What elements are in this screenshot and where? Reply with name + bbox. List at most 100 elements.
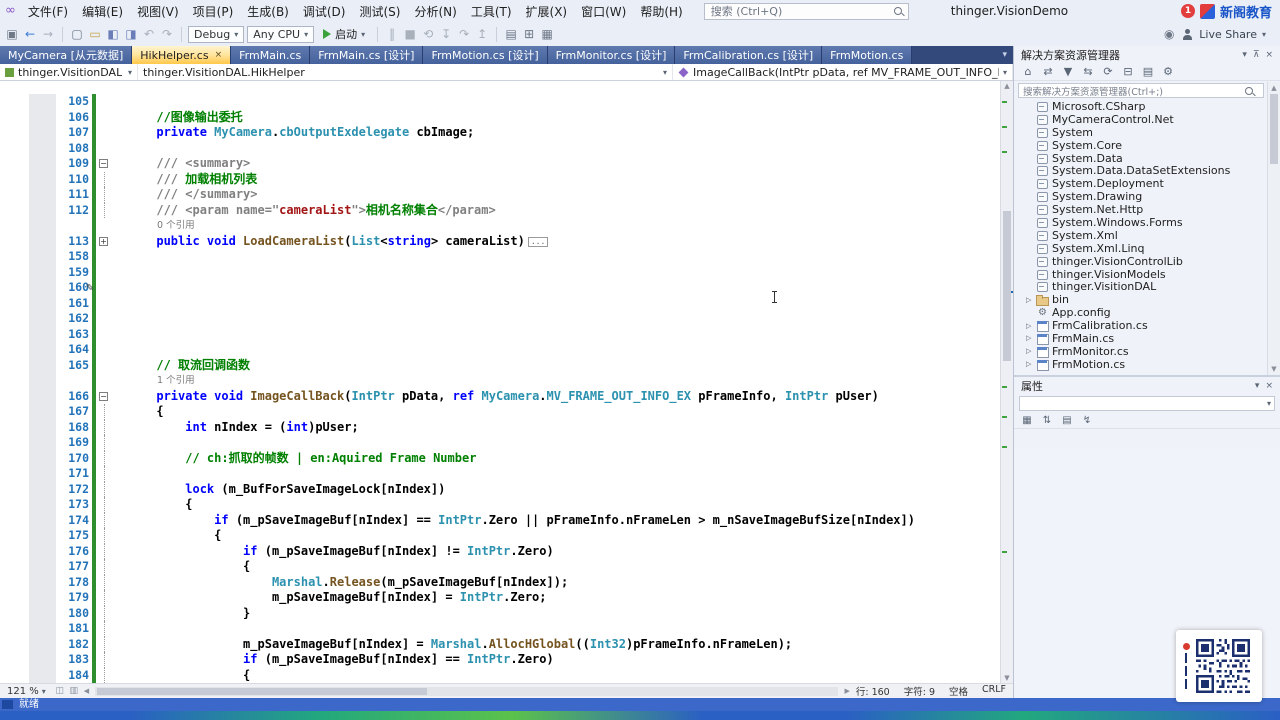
breakpoint-margin[interactable] bbox=[29, 326, 56, 342]
glyph-margin[interactable] bbox=[0, 466, 29, 482]
tree-item[interactable]: ▷ FrmMain.cs bbox=[1014, 332, 1267, 345]
window-layout-icon[interactable]: ▣ bbox=[4, 25, 20, 43]
code-line[interactable]: 162 bbox=[0, 311, 1000, 327]
folding-margin[interactable] bbox=[96, 94, 113, 110]
code-line[interactable]: 161 bbox=[0, 295, 1000, 311]
glyph-margin[interactable] bbox=[0, 621, 29, 637]
tree-item[interactable]: thinger.VisionControlLib bbox=[1014, 255, 1267, 268]
properties-icon[interactable]: ⚙ bbox=[1162, 63, 1174, 81]
folding-margin[interactable] bbox=[96, 125, 113, 141]
code-text[interactable] bbox=[113, 141, 1000, 157]
code-text[interactable] bbox=[113, 466, 1000, 482]
window-position-icon[interactable]: ▾ bbox=[1255, 381, 1260, 391]
folding-margin[interactable] bbox=[96, 528, 113, 544]
tree-item[interactable]: thinger.VisitionDAL bbox=[1014, 280, 1267, 293]
code-text[interactable]: int nIndex = (int)pUser; bbox=[113, 420, 1000, 436]
glyph-margin[interactable] bbox=[0, 667, 29, 683]
menu-item[interactable]: 工具(T) bbox=[464, 1, 519, 22]
code-text[interactable] bbox=[113, 435, 1000, 451]
tree-item[interactable]: thinger.VisionModels bbox=[1014, 268, 1267, 281]
scroll-up-icon[interactable]: ▲ bbox=[1268, 84, 1280, 92]
tab[interactable]: FrmMain.cs [设计] bbox=[310, 46, 424, 64]
folding-margin[interactable]: − bbox=[96, 389, 113, 405]
folding-margin[interactable] bbox=[96, 512, 113, 529]
code-line[interactable]: 183 if (m_pSaveImageBuf[nIndex] == IntPt… bbox=[0, 652, 1000, 668]
quick-search-box[interactable]: 搜索 (Ctrl+Q) bbox=[703, 2, 909, 20]
code-text[interactable] bbox=[113, 265, 1000, 281]
code-text[interactable]: Marshal.Release(m_pSaveImageBuf[nIndex])… bbox=[113, 575, 1000, 591]
breakpoint-margin[interactable] bbox=[29, 481, 56, 497]
glyph-margin[interactable] bbox=[0, 249, 29, 265]
code-line[interactable]: 163 bbox=[0, 326, 1000, 342]
live-share-label[interactable]: Live Share bbox=[1199, 28, 1257, 41]
code-line[interactable]: 182 m_pSaveImageBuf[nIndex] = Marshal.Al… bbox=[0, 636, 1000, 652]
breakpoint-margin[interactable] bbox=[29, 528, 56, 544]
glyph-margin[interactable] bbox=[0, 481, 29, 497]
breakpoint-margin[interactable] bbox=[29, 543, 56, 559]
step-into-icon[interactable]: ↧ bbox=[438, 25, 454, 43]
window-position-icon[interactable]: ▾ bbox=[1242, 50, 1247, 60]
glyph-margin[interactable] bbox=[0, 264, 29, 280]
tab[interactable]: HikHelper.cs × bbox=[132, 46, 232, 64]
glyph-margin[interactable] bbox=[0, 109, 29, 125]
tree-item[interactable]: System.Xml bbox=[1014, 229, 1267, 242]
hscroll-right-icon[interactable]: ▶ bbox=[844, 687, 849, 695]
code-text[interactable] bbox=[113, 311, 1000, 327]
glyph-margin[interactable] bbox=[0, 233, 29, 249]
code-area[interactable]: 105 106 //图像输出委托 107 private MyCamera.cbOu… bbox=[0, 81, 1000, 683]
type-dropdown[interactable]: thinger.VisitionDAL.HikHelper ▾ bbox=[138, 64, 673, 80]
glyph-margin[interactable] bbox=[0, 388, 29, 404]
breakpoint-margin[interactable] bbox=[29, 590, 56, 606]
code-text[interactable]: { bbox=[113, 559, 1000, 575]
code-line[interactable]: 166− private void ImageCallBack(IntPtr p… bbox=[0, 388, 1000, 405]
code-line[interactable]: 164 bbox=[0, 342, 1000, 358]
folding-margin[interactable] bbox=[96, 141, 113, 157]
code-line[interactable]: 179 m_pSaveImageBuf[nIndex] = IntPtr.Zer… bbox=[0, 590, 1000, 606]
pending-changes-filter-icon[interactable]: ▼ bbox=[1062, 63, 1074, 81]
folding-margin[interactable] bbox=[96, 342, 113, 358]
word-wrap-icon[interactable]: ▥ bbox=[68, 685, 80, 698]
code-line[interactable]: 181 bbox=[0, 621, 1000, 637]
glyph-margin[interactable] bbox=[0, 125, 29, 141]
code-text[interactable]: private MyCamera.cbOutputExdelegate cbIm… bbox=[113, 125, 1000, 141]
folding-margin[interactable] bbox=[96, 574, 113, 591]
code-line[interactable]: 167 { bbox=[0, 404, 1000, 420]
collapse-region-icon[interactable]: − bbox=[99, 391, 108, 401]
code-text[interactable]: m_pSaveImageBuf[nIndex] = IntPtr.Zero; bbox=[113, 590, 1000, 606]
code-text[interactable]: if (m_pSaveImageBuf[nIndex] != IntPtr.Ze… bbox=[113, 544, 1000, 560]
glyph-margin[interactable] bbox=[0, 590, 29, 606]
debug-configuration-dropdown[interactable]: Debug ▾ bbox=[188, 25, 245, 43]
folding-margin[interactable] bbox=[96, 435, 113, 451]
breakpoint-margin[interactable] bbox=[29, 295, 56, 311]
breakpoint-margin[interactable] bbox=[29, 233, 56, 249]
code-text[interactable]: { bbox=[113, 404, 1000, 420]
code-line[interactable]: 165 // 取流回调函数 bbox=[0, 357, 1000, 373]
tab[interactable]: MyCamera [从元数据] bbox=[0, 46, 133, 64]
tab[interactable]: FrmMotion.cs bbox=[822, 46, 913, 64]
home-icon[interactable]: ⌂ bbox=[1022, 63, 1034, 81]
menu-item[interactable]: 扩展(X) bbox=[519, 1, 575, 22]
alphabetical-icon[interactable]: ⇅ bbox=[1041, 412, 1053, 430]
breakpoint-margin[interactable] bbox=[29, 466, 56, 482]
close-icon[interactable]: × bbox=[215, 50, 223, 60]
code-line[interactable]: 170 // ch:抓取的帧数 | en:Aquired Frame Numbe… bbox=[0, 450, 1000, 466]
tab-list-dropdown-icon[interactable]: ▾ bbox=[1002, 46, 1013, 64]
glyph-margin[interactable] bbox=[0, 94, 29, 110]
glyph-margin[interactable] bbox=[0, 419, 29, 435]
tree-item[interactable]: ▷ FrmMonitor.cs bbox=[1014, 345, 1267, 358]
scrollbar-thumb[interactable] bbox=[97, 687, 428, 695]
redo-icon[interactable]: ↷ bbox=[159, 25, 175, 43]
code-line[interactable]: 111 /// </summary> bbox=[0, 187, 1000, 203]
collapse-region-icon[interactable]: − bbox=[99, 159, 108, 168]
events-icon[interactable]: ↯ bbox=[1081, 412, 1093, 430]
save-icon[interactable]: ◧ bbox=[105, 25, 121, 43]
glyph-margin[interactable] bbox=[0, 218, 29, 234]
tree-item[interactable]: System.Drawing bbox=[1014, 190, 1267, 203]
solution-search-box[interactable]: 搜索解决方案资源管理器(Ctrl+;) bbox=[1018, 83, 1264, 98]
breakpoint-margin[interactable] bbox=[29, 140, 56, 156]
breakpoint-margin[interactable] bbox=[29, 435, 56, 451]
code-line[interactable]: 176 if (m_pSaveImageBuf[nIndex] != IntPt… bbox=[0, 543, 1000, 560]
glyph-margin[interactable] bbox=[0, 156, 29, 172]
pin-icon[interactable]: ⊼ bbox=[1253, 50, 1260, 60]
show-all-files-icon[interactable]: ▤ bbox=[1142, 63, 1154, 81]
